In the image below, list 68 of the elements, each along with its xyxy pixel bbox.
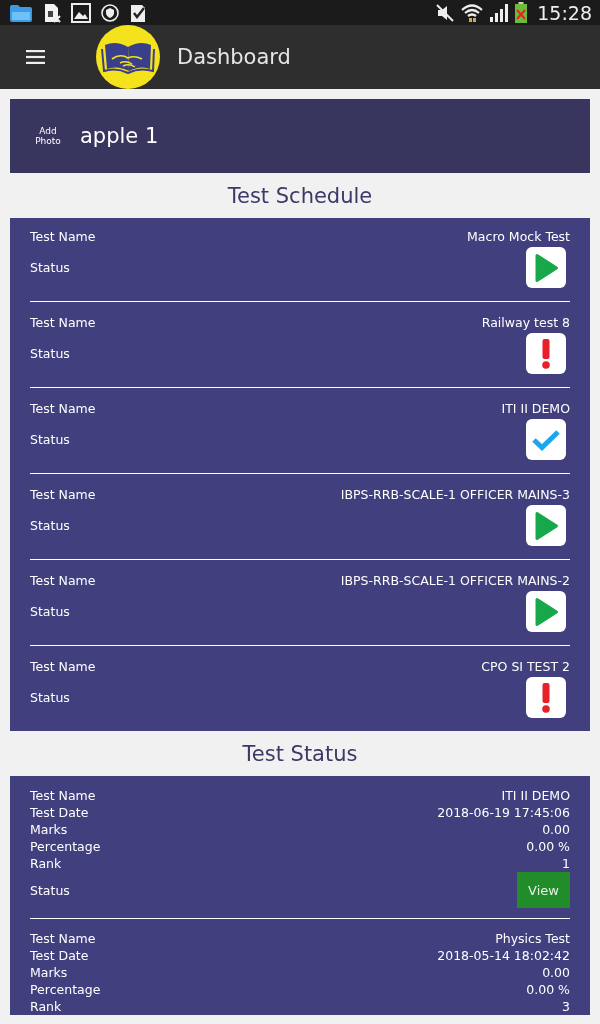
status-label: Status <box>30 432 70 447</box>
sim-card-icon <box>43 2 61 23</box>
battery-icon <box>515 2 528 23</box>
image-icon <box>71 2 91 23</box>
test-name-label: Test Name <box>30 400 96 416</box>
field-value: 3 <box>562 999 570 1014</box>
field-label: Percentage <box>30 839 101 854</box>
folder-icon <box>9 2 33 23</box>
status-label: Status <box>30 604 70 619</box>
test-name: Macro Mock Test <box>467 228 570 244</box>
field-value: 2018-05-14 18:02:42 <box>437 948 570 963</box>
field-label: Test Date <box>30 805 89 820</box>
status-label: Status <box>30 346 70 361</box>
view-button[interactable]: View <box>517 872 570 908</box>
test-name: CPO SI TEST 2 <box>481 658 570 674</box>
test-name-label: Test Name <box>30 658 96 674</box>
field-label: Rank <box>30 856 62 871</box>
field-label: Marks <box>30 965 68 980</box>
status-button[interactable] <box>526 419 566 460</box>
test-name-label: Test Name <box>30 228 96 244</box>
test-name-label: Test Name <box>30 486 96 502</box>
field-label: Rank <box>30 999 62 1014</box>
field-value: ITI II DEMO <box>501 788 570 803</box>
wifi-icon <box>461 2 484 23</box>
clock-time: 15:28 <box>537 1 592 24</box>
field-value: 0.00 % <box>526 982 570 997</box>
status-button[interactable] <box>526 591 566 632</box>
mute-icon <box>435 2 456 23</box>
status-button[interactable] <box>526 505 566 546</box>
test-name: IBPS-RRB-SCALE-1 OFFICER MAINS-3 <box>340 486 570 502</box>
test-name: IBPS-RRB-SCALE-1 OFFICER MAINS-2 <box>340 572 570 588</box>
status-label: Status <box>30 882 70 898</box>
section-heading: Test Status <box>241 740 359 768</box>
status-button[interactable] <box>526 333 566 374</box>
profile-name: apple 1 <box>80 124 159 148</box>
field-label: Marks <box>30 822 68 837</box>
field-value: 0.00 % <box>526 839 570 854</box>
test-name-label: Test Name <box>30 572 96 588</box>
field-label: Test Name <box>30 931 96 946</box>
status-button[interactable] <box>526 677 566 718</box>
play-icon <box>533 252 559 283</box>
status-label: Status <box>30 690 70 705</box>
menu-icon <box>26 50 45 64</box>
section-heading: Test Schedule <box>226 182 374 210</box>
test-name-label: Test Name <box>30 314 96 330</box>
check-icon <box>531 428 561 451</box>
exclamation-icon <box>542 682 550 713</box>
field-value: 1 <box>562 856 570 871</box>
field-value: 2018-06-19 17:45:06 <box>437 805 570 820</box>
test-name: Railway test 8 <box>481 314 570 330</box>
play-icon <box>533 596 559 627</box>
field-label: Test Date <box>30 948 89 963</box>
field-value: 0.00 <box>542 822 570 837</box>
app-title: Dashboard <box>177 45 291 69</box>
book-logo-icon <box>96 25 160 89</box>
field-label: Percentage <box>30 982 101 997</box>
field-value: 0.00 <box>542 965 570 980</box>
add-photo-button[interactable]: Add Photo <box>30 126 66 146</box>
exclamation-icon <box>542 338 550 369</box>
status-label: Status <box>30 260 70 275</box>
shield-icon <box>101 3 119 22</box>
play-icon <box>533 510 559 541</box>
field-label: Test Name <box>30 788 96 803</box>
test-name: ITI II DEMO <box>501 400 570 416</box>
status-button[interactable] <box>526 247 566 288</box>
signal-icon <box>489 2 510 23</box>
field-value: Physics Test <box>495 931 570 946</box>
status-label: Status <box>30 518 70 533</box>
